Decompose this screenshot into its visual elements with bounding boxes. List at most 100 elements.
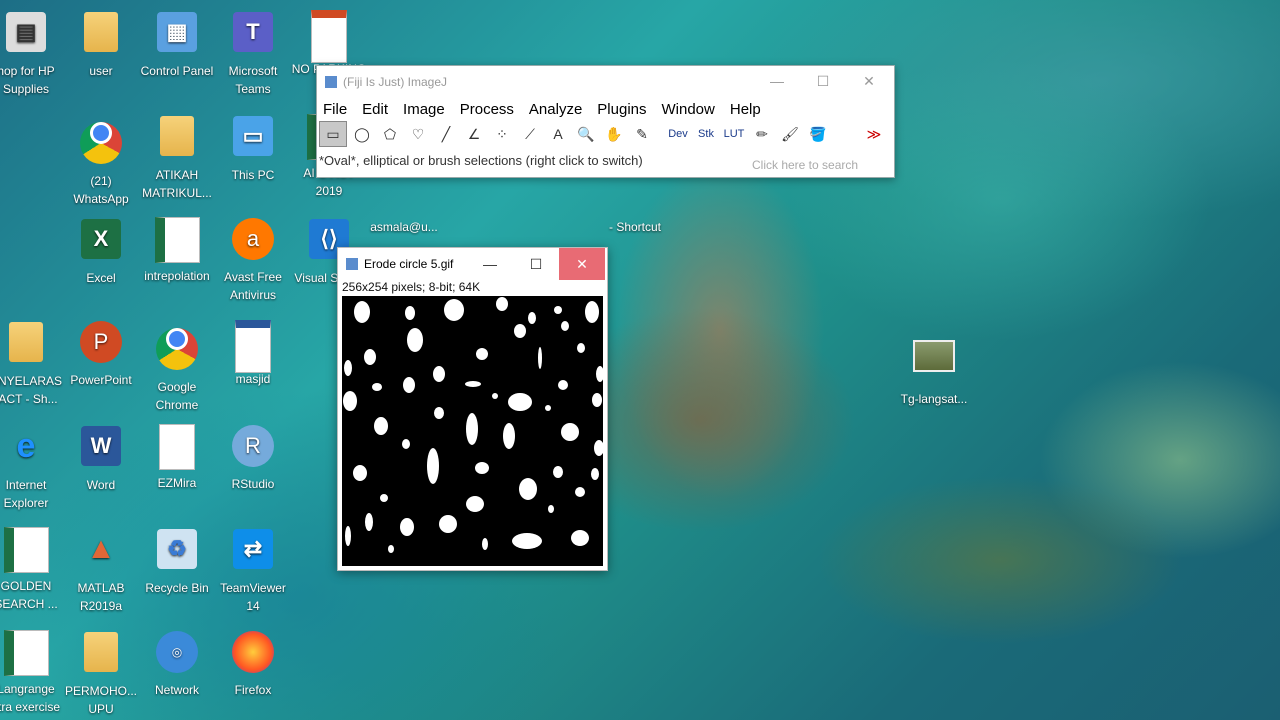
image-info: 256x254 pixels; 8-bit; 64K <box>342 280 481 294</box>
oval-tool-icon[interactable]: ◯ <box>349 122 375 146</box>
image-window-app-icon <box>346 258 358 270</box>
desktop-icon[interactable]: ◎ Network <box>139 628 215 699</box>
menu-bar: File Edit Image Process Analyze Plugins Window… <box>317 98 894 120</box>
blank-tool-icon[interactable] <box>833 122 859 146</box>
menu-analyze[interactable]: Analyze <box>529 101 582 118</box>
desktop-icon[interactable]: ♻ Recycle Bin <box>139 525 215 597</box>
desktop-icon[interactable]: e Internet Explorer <box>0 422 64 512</box>
desktop-icon[interactable]: T Microsoft Teams <box>215 8 291 98</box>
desktop-icon-label: Word <box>86 478 116 492</box>
dev-menu-icon[interactable]: Dev <box>665 122 691 146</box>
desktop-icon[interactable]: ▲ MATLAB R2019a <box>63 525 139 615</box>
hand-tool-icon[interactable]: ✋ <box>601 122 627 146</box>
pdf-folder-icon <box>153 116 201 164</box>
imagej-title: (Fiji Is Just) ImageJ <box>343 75 448 89</box>
polygon-tool-icon[interactable]: ⬠ <box>377 122 403 146</box>
desktop-icon[interactable]: W Word <box>63 422 139 494</box>
desktop-icon-label: Network <box>154 683 199 697</box>
desktop-icon[interactable]: (21) WhatsApp <box>63 112 139 208</box>
desktop-icon[interactable]: PERMOHO... UPU <box>63 628 139 718</box>
image-maximize-button[interactable]: ☐ <box>513 248 559 280</box>
menu-edit[interactable]: Edit <box>362 101 388 118</box>
pencil-tool-icon[interactable]: ✏ <box>749 122 775 146</box>
brush-tool-icon[interactable]: 🖌 <box>777 122 803 146</box>
color-picker-tool-icon[interactable]: ✎ <box>629 122 655 146</box>
desktop-icon[interactable]: Google Chrome <box>139 318 215 414</box>
menu-process[interactable]: Process <box>460 101 514 118</box>
desktop-icon-label: (21) WhatsApp <box>73 174 129 206</box>
desktop-icon-label: Control Panel <box>140 64 214 78</box>
imagej-app-icon <box>325 76 337 88</box>
desktop-icon-label: hop for HP Supplies <box>0 64 55 96</box>
desktop-icon[interactable]: masjid <box>215 318 291 388</box>
image-close-button[interactable]: ✕ <box>559 248 605 280</box>
teams-icon: T <box>229 12 277 60</box>
wand-tool-icon[interactable]: ⟋ <box>517 122 543 146</box>
desktop-icon-label: Avast Free Antivirus <box>224 270 282 302</box>
desktop-icon[interactable]: R RStudio <box>215 422 291 493</box>
desktop-icon[interactable]: intrepolation <box>139 215 215 285</box>
desktop-icon[interactable]: GOLDEN SEARCH ... <box>0 525 64 613</box>
desktop-icon[interactable]: P PowerPoint <box>63 318 139 389</box>
desktop-icon[interactable]: a Avast Free Antivirus <box>215 215 291 304</box>
imagej-window[interactable]: (Fiji Is Just) ImageJ — ☐ ✕ File Edit Imag… <box>316 65 895 178</box>
hp-printer-icon: ▤ <box>2 12 50 60</box>
search-field[interactable]: Click here to search <box>748 155 892 175</box>
image-canvas[interactable] <box>342 296 603 566</box>
desktop-icon[interactable]: asmala@u... <box>366 168 442 236</box>
stack-menu-icon[interactable]: Stk <box>693 122 719 146</box>
freehand-tool-icon[interactable]: ♡ <box>405 122 431 146</box>
image-minimize-button[interactable]: — <box>467 248 513 280</box>
line-tool-icon[interactable]: ╱ <box>433 122 459 146</box>
desktop-icon-label: Langrange xtra exercise <box>0 682 61 714</box>
magnifier-tool-icon[interactable]: 🔍 <box>573 122 599 146</box>
rstudio-icon: R <box>229 425 277 473</box>
menu-file[interactable]: File <box>323 101 347 118</box>
maximize-button[interactable]: ☐ <box>800 66 846 96</box>
menu-plugins[interactable]: Plugins <box>597 101 646 118</box>
powerpoint-file-icon <box>305 10 353 63</box>
desktop-icon[interactable]: ▭ This PC <box>215 112 291 184</box>
excel-file-icon <box>153 217 201 265</box>
matlab-icon: ▲ <box>86 532 116 565</box>
menu-window[interactable]: Window <box>662 101 715 118</box>
desktop-icon[interactable]: ▦ Control Panel <box>139 8 215 80</box>
angle-tool-icon[interactable]: ∠ <box>461 122 487 146</box>
desktop-icon[interactable]: X Excel <box>63 215 139 287</box>
desktop-icon-label: TeamViewer 14 <box>220 581 286 613</box>
desktop-icon[interactable]: ▤ hop for HP Supplies <box>0 8 64 98</box>
desktop-icon[interactable]: Firefox <box>215 628 291 699</box>
desktop-icon-label: Recycle Bin <box>145 581 209 595</box>
text-tool-icon[interactable]: A <box>545 122 571 146</box>
desktop-icon-label: MATLAB R2019a <box>77 581 125 613</box>
image-window[interactable]: Erode circle 5.gif — ☐ ✕ 256x254 pixels;… <box>337 247 608 571</box>
blank-file-icon <box>153 424 201 472</box>
desktop-icon[interactable]: Tg-langsat... <box>896 330 972 408</box>
desktop-icon[interactable]: ATIKAH MATRIKUL... <box>139 112 215 202</box>
menu-help[interactable]: Help <box>730 101 761 118</box>
desktop-icon-label: Tg-langsat... <box>900 392 968 406</box>
more-tools-icon[interactable]: ≫ <box>861 122 887 146</box>
rectangle-tool-icon[interactable]: ▭ <box>319 121 347 147</box>
desktop-icon[interactable]: Langrange xtra exercise <box>0 628 64 716</box>
multipoint-tool-icon[interactable]: ⁘ <box>489 122 515 146</box>
pdf-folder-icon <box>77 632 125 680</box>
desktop-icon[interactable]: - Shortcut <box>597 168 673 236</box>
desktop-icon[interactable]: EZMira <box>139 422 215 492</box>
flood-fill-tool-icon[interactable]: 🪣 <box>805 122 831 146</box>
chrome-icon <box>153 328 201 376</box>
minimize-button[interactable]: — <box>754 66 800 96</box>
menu-image[interactable]: Image <box>403 101 445 118</box>
desktop-icon-label: ENYELARAS -ACT - Sh... <box>0 374 63 406</box>
close-button[interactable]: ✕ <box>846 66 892 96</box>
recycle-bin-icon: ♻ <box>153 529 201 577</box>
desktop-icon[interactable]: ENYELARAS -ACT - Sh... <box>0 318 64 408</box>
desktop-icon-label: user <box>89 64 113 78</box>
desktop-icon-label: intrepolation <box>144 269 210 283</box>
desktop-icon[interactable]: user <box>63 8 139 80</box>
powerpoint-icon: P <box>77 321 125 369</box>
blob-image <box>343 297 603 553</box>
desktop-icon[interactable]: ⇄ TeamViewer 14 <box>215 525 291 615</box>
lut-menu-icon[interactable]: LUT <box>721 122 747 146</box>
desktop-icon-label: asmala@u... <box>370 220 438 234</box>
